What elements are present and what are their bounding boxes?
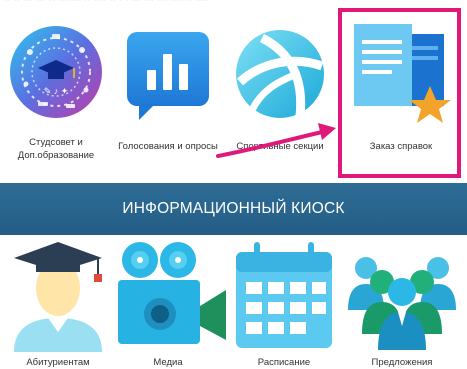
student-council-icon: ✎ ♪ ✦	[10, 26, 102, 118]
calendar-icon	[236, 242, 332, 348]
top-cropped-text-content: ·· ·· ··· ··· ·· ······· ·· ···· ·· · · …	[4, 0, 208, 5]
documents-star-icon	[354, 24, 451, 123]
tile-suggestions-label-text: Предложения	[371, 357, 433, 368]
banner-title: ИНФОРМАЦИОННЫЙ КИОСК	[122, 200, 345, 217]
tile-suggestions-label: Предложения	[346, 356, 458, 369]
tile-schedule-label-text: Расписание	[257, 357, 311, 368]
tile-certificates[interactable]	[352, 22, 458, 132]
highlight-arrow-head	[318, 123, 336, 140]
tile-certificates-label: Заказ справок	[346, 140, 456, 153]
tile-applicants-label: Абитуриентам	[8, 356, 108, 369]
people-group-icon	[348, 257, 456, 350]
graduate-icon	[14, 242, 102, 352]
tile-voting-label: Голосования и опросы	[110, 140, 226, 153]
tile-media[interactable]	[118, 240, 228, 352]
tile-voting[interactable]	[125, 30, 211, 122]
tile-schedule[interactable]	[234, 242, 334, 350]
tile-suggestions[interactable]	[346, 246, 458, 350]
poll-chart-icon	[127, 32, 209, 120]
tile-applicants-label-text: Абитуриентам	[26, 357, 90, 368]
tile-sport-label: Спортивные секции	[222, 140, 338, 153]
tile-certificates-label-text: Заказ справок	[369, 141, 433, 152]
info-kiosk-banner: ИНФОРМАЦИОННЫЙ КИОСК	[0, 183, 467, 235]
tile-studsovet-label: Студсовет и Доп.образование	[8, 136, 104, 162]
tile-voting-label-text: Голосования и опросы	[118, 141, 218, 152]
tile-studsovet[interactable]: ✎ ♪ ✦	[8, 20, 104, 120]
tile-studsovet-label-line2: Доп.образование	[17, 150, 95, 161]
top-cropped-text: ·· ·· ··· ··· ·· ······· ·· ···· ·· · · …	[0, 0, 467, 10]
tile-schedule-label: Расписание	[234, 356, 334, 369]
tile-applicants[interactable]	[8, 240, 108, 352]
volleyball-icon	[236, 30, 324, 118]
tile-studsovet-label-line1: Студсовет и	[29, 137, 83, 148]
tile-sport[interactable]	[232, 26, 328, 122]
tile-media-label-text: Медиа	[153, 357, 183, 368]
movie-camera-icon	[118, 242, 226, 344]
tile-sport-label-text: Спортивные секции	[236, 141, 324, 152]
svg-text:✎ ♪ ✦: ✎ ♪ ✦	[44, 86, 69, 96]
tile-media-label: Медиа	[118, 356, 218, 369]
